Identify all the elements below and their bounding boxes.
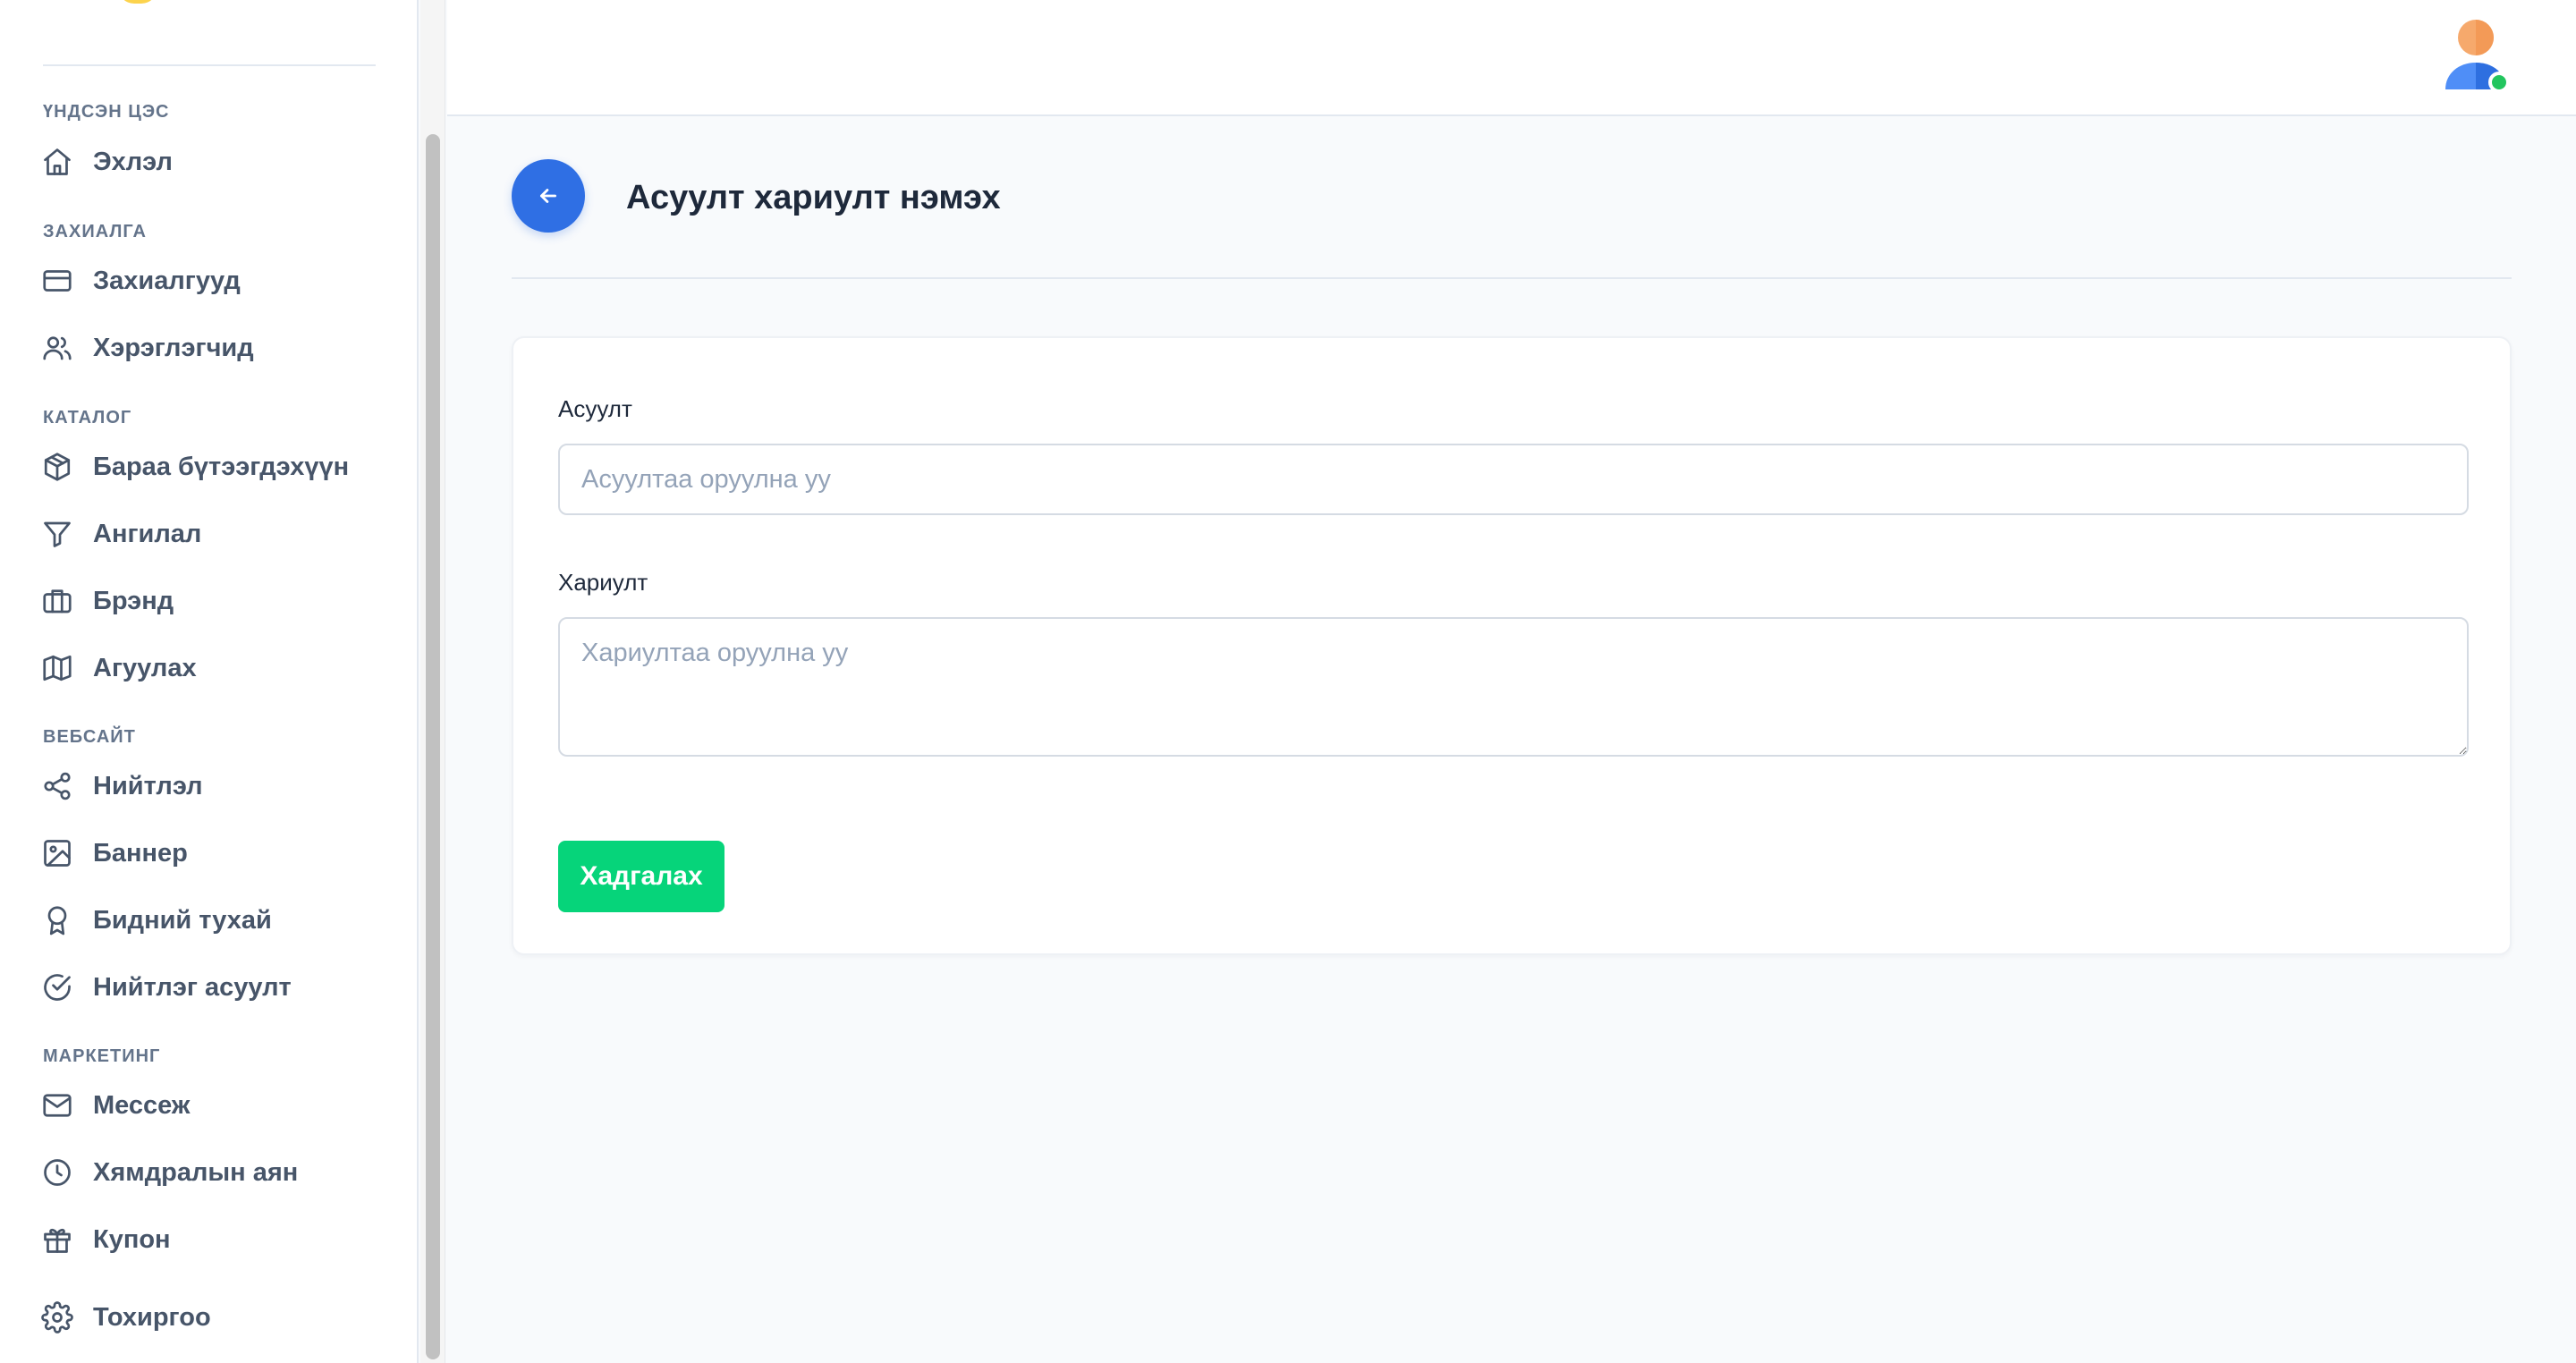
award-icon xyxy=(39,902,75,938)
section-main: ҮНДСЭН ЦЭС xyxy=(43,102,170,122)
logo[interactable] xyxy=(118,0,157,4)
sidebar-item-label: Бидний тухай xyxy=(93,905,272,935)
home-icon xyxy=(39,144,75,180)
filter-icon xyxy=(39,516,75,552)
save-button[interactable]: Хадгалах xyxy=(558,841,724,912)
answer-label: Хариулт xyxy=(558,569,648,596)
box-icon xyxy=(39,449,75,485)
header-divider xyxy=(512,277,2512,279)
sidebar-scrollbar-thumb[interactable] xyxy=(426,134,440,1359)
sidebar-item-home[interactable]: Эхлэл xyxy=(39,137,379,187)
sidebar-item-users[interactable]: Хэрэглэгчид xyxy=(39,323,379,373)
sidebar-item-label: Ангилал xyxy=(93,519,202,548)
sidebar-item-about[interactable]: Бидний тухай xyxy=(39,895,379,945)
mail-icon xyxy=(39,1088,75,1123)
briefcase-icon xyxy=(39,583,75,619)
sidebar: ҮНДСЭН ЦЭС Эхлэл ЗАХИАЛГА Захиалгууд Хэр… xyxy=(0,0,419,1363)
users-icon xyxy=(39,330,75,366)
section-website: ВЕБСАЙТ xyxy=(43,727,136,747)
section-marketing: МАРКЕТИНГ xyxy=(43,1046,161,1066)
sidebar-item-label: Нийтлэг асуулт xyxy=(93,972,292,1002)
sidebar-item-label: Бараа бүтээгдэхүүн xyxy=(93,452,350,481)
sidebar-divider xyxy=(43,64,376,66)
sidebar-item-brands[interactable]: Брэнд xyxy=(39,576,379,626)
section-catalog: КАТАЛОГ xyxy=(43,408,132,428)
clock-icon xyxy=(39,1155,75,1190)
map-icon xyxy=(39,650,75,686)
sidebar-item-label: Захиалгууд xyxy=(93,266,241,295)
answer-textarea[interactable] xyxy=(558,617,2469,757)
gift-icon xyxy=(39,1222,75,1257)
credit-card-icon xyxy=(39,263,75,299)
image-icon xyxy=(39,835,75,871)
sidebar-item-coupons[interactable]: Купон xyxy=(39,1215,379,1265)
sidebar-item-faq[interactable]: Нийтлэг асуулт xyxy=(39,962,379,1012)
sidebar-item-settings[interactable]: Тохиргоо xyxy=(39,1292,379,1342)
sidebar-item-label: Тохиргоо xyxy=(93,1302,211,1332)
sidebar-item-label: Мессеж xyxy=(93,1090,191,1120)
online-status-dot xyxy=(2488,72,2510,93)
sidebar-item-warehouse[interactable]: Агуулах xyxy=(39,643,379,693)
check-circle-icon xyxy=(39,969,75,1005)
sidebar-item-label: Хэрэглэгчид xyxy=(93,333,254,362)
sidebar-item-products[interactable]: Бараа бүтээгдэхүүн xyxy=(39,442,379,492)
app: ҮНДСЭН ЦЭС Эхлэл ЗАХИАЛГА Захиалгууд Хэр… xyxy=(0,0,2576,1363)
share-icon xyxy=(39,768,75,804)
user-avatar[interactable] xyxy=(2442,18,2510,97)
sidebar-item-banner[interactable]: Баннер xyxy=(39,828,379,878)
sidebar-item-discounts[interactable]: Хямдралын аян xyxy=(39,1147,379,1198)
question-label: Асуулт xyxy=(558,395,632,422)
arrow-left-icon xyxy=(540,189,556,203)
sidebar-item-messages[interactable]: Мессеж xyxy=(39,1080,379,1130)
question-input[interactable] xyxy=(558,444,2469,515)
sidebar-item-orders[interactable]: Захиалгууд xyxy=(39,256,379,306)
topbar xyxy=(447,0,2576,116)
back-button[interactable] xyxy=(512,159,585,233)
page-title: Асуулт хариулт нэмэх xyxy=(626,179,1001,216)
sidebar-item-label: Купон xyxy=(93,1224,171,1254)
gear-icon xyxy=(39,1300,75,1335)
sidebar-item-posts[interactable]: Нийтлэл xyxy=(39,761,379,811)
sidebar-item-label: Баннер xyxy=(93,838,188,868)
sidebar-item-label: Брэнд xyxy=(93,586,174,615)
sidebar-item-label: Нийтлэл xyxy=(93,771,203,800)
section-orders: ЗАХИАЛГА xyxy=(43,222,147,241)
faq-form-card: Асуулт Хариулт Хадгалах xyxy=(512,336,2512,955)
sidebar-item-label: Агуулах xyxy=(93,653,197,682)
sidebar-item-label: Хямдралын аян xyxy=(93,1157,299,1187)
sidebar-item-categories[interactable]: Ангилал xyxy=(39,509,379,559)
sidebar-item-label: Эхлэл xyxy=(93,147,173,176)
